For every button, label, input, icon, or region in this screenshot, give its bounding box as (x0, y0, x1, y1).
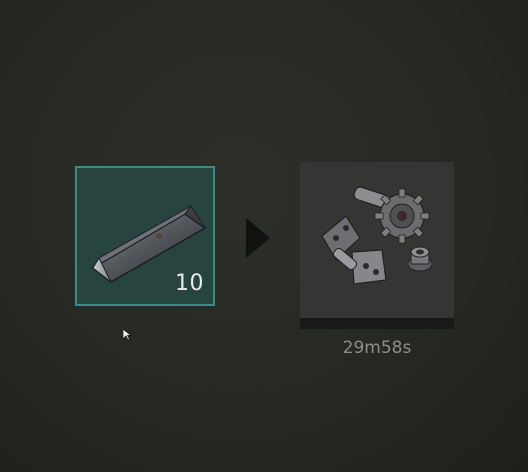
input-slot[interactable]: 10 (75, 166, 215, 306)
item-quantity: 10 (175, 271, 204, 296)
output-slot[interactable] (300, 162, 454, 318)
gears-and-hinges-icon (321, 186, 433, 285)
mouse-cursor-icon (123, 329, 132, 341)
craft-time-remaining: 29m58s (342, 338, 412, 358)
craft-progress-bar (300, 318, 454, 329)
crafting-panel: 10 29m58s (0, 0, 528, 472)
right-arrow-icon (246, 218, 270, 258)
